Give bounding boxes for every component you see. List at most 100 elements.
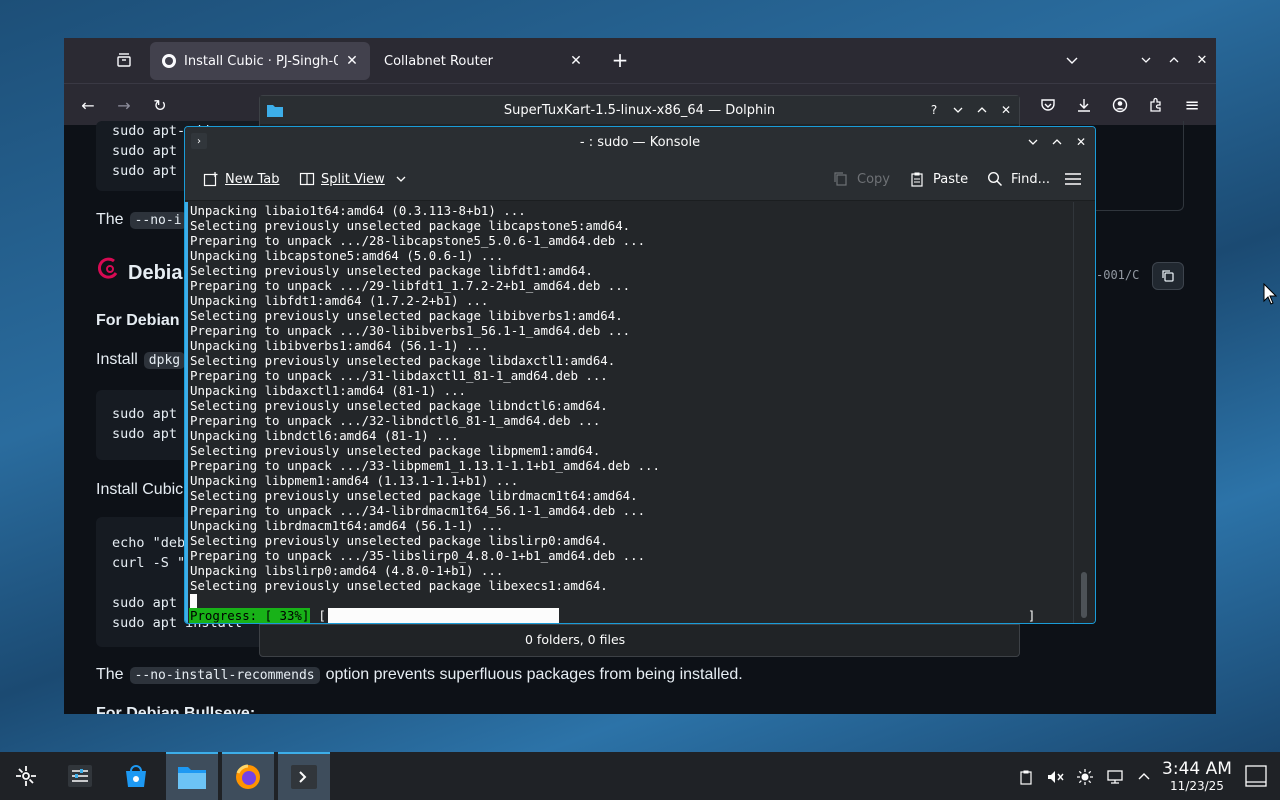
terminal-line: Unpacking libcapstone5:amd64 (5.0.6-1) .… [190, 248, 504, 263]
konsole-taskbar-icon[interactable] [278, 752, 330, 800]
terminal-line: Unpacking libslirp0:amd64 (4.8.0-1+b1) .… [190, 563, 504, 578]
app-menu-icon[interactable]: ≡ [1178, 91, 1206, 119]
terminal-line: Selecting previously unselected package … [190, 578, 608, 593]
button-label: Split View [321, 171, 385, 187]
subheading: For Debian Bullseye: [96, 705, 256, 714]
network-icon[interactable] [1104, 766, 1126, 788]
hamburger-menu-icon[interactable] [1059, 165, 1087, 193]
konsole-window: › - : sudo — Konsole ✕ New Tab Split Vie… [184, 126, 1096, 624]
button-label: Paste [933, 171, 969, 187]
terminal-line: Preparing to unpack .../31-libdaxctl1_81… [190, 368, 608, 383]
github-icon [160, 53, 178, 69]
terminal-line: Unpacking libndctl6:amd64 (81-1) ... [190, 428, 459, 443]
browser-tab-bar: Install Cubic · PJ-Singh-001 ✕ Collabnet… [64, 38, 1216, 83]
debian-logo-icon [96, 255, 122, 285]
paragraph-text: Install Cubic [96, 481, 184, 498]
new-tab-icon [203, 172, 218, 187]
tab-overview-icon[interactable] [112, 48, 136, 72]
button-label: Copy [857, 171, 890, 187]
browser-tab-install-cubic[interactable]: Install Cubic · PJ-Singh-001 ✕ [150, 42, 370, 80]
window-title: - : sudo — Konsole [579, 134, 701, 150]
section-heading: Debia [96, 255, 182, 285]
minimize-icon[interactable] [1024, 133, 1042, 151]
button-label: Find... [1011, 171, 1051, 187]
downloads-icon[interactable] [1070, 91, 1098, 119]
status-bar-text: 0 folders, 0 files [525, 632, 626, 647]
paragraph: The --no-install-recommends option preve… [96, 666, 743, 684]
tab-list-chevron-icon[interactable] [1060, 48, 1084, 72]
terminal-line: Preparing to unpack .../34-librdmacm1t64… [190, 503, 646, 518]
mouse-pointer-icon [1263, 282, 1278, 305]
terminal-line: Selecting previously unselected package … [190, 398, 608, 413]
new-tab-icon[interactable]: + [608, 48, 632, 72]
copy-button[interactable]: Copy [827, 165, 896, 193]
maximize-icon[interactable] [1162, 48, 1186, 72]
close-tab-icon[interactable]: ✕ [568, 53, 584, 69]
back-icon[interactable]: ← [74, 91, 102, 119]
progress-label: Progress: [ 33%] [189, 608, 311, 623]
clock[interactable]: 3:44 AM 11/23/25 [1160, 759, 1234, 793]
paste-icon [911, 172, 923, 187]
minimize-icon[interactable] [949, 101, 967, 119]
progress-row: Progress: [ 33%] [ ] [189, 608, 1035, 623]
window-title: SuperTuxKart-1.5-linux-x86_64 — Dolphin [503, 102, 776, 118]
terminal-line: Unpacking libibverbs1:amd64 (56.1-1) ... [190, 338, 489, 353]
subheading: For Debian [96, 312, 180, 329]
chevron-up-icon[interactable] [1133, 766, 1155, 788]
konsole-title-bar[interactable]: › - : sudo — Konsole ✕ [185, 127, 1095, 157]
copy-code-button[interactable] [1152, 262, 1184, 290]
button-label: New Tab [225, 171, 280, 187]
extensions-icon[interactable] [1142, 91, 1170, 119]
split-view-button[interactable]: Split View [293, 165, 413, 193]
search-icon [987, 171, 1003, 187]
paragraph: Install dpkg [96, 351, 186, 369]
folder-icon [266, 101, 284, 119]
maximize-icon[interactable] [973, 101, 991, 119]
brightness-icon[interactable] [1074, 766, 1096, 788]
terminal-line: Selecting previously unselected package … [190, 308, 623, 323]
paragraph-text: The [96, 211, 124, 228]
tab-title: Install Cubic · PJ-Singh-001 [184, 53, 338, 69]
terminal-output[interactable]: Unpacking libaio1t64:amd64 (0.3.113-8+b1… [185, 202, 1073, 623]
pocket-icon[interactable] [1034, 91, 1062, 119]
copy-icon [1162, 270, 1174, 282]
close-tab-icon[interactable]: ✕ [344, 53, 360, 69]
copy-icon [834, 172, 847, 186]
terminal-line: Selecting previously unselected package … [190, 443, 601, 458]
terminal-line: Selecting previously unselected package … [190, 218, 631, 233]
close-window-icon[interactable]: ✕ [1190, 48, 1214, 72]
terminal-line: Preparing to unpack .../33-libpmem1_1.13… [190, 458, 660, 473]
split-view-icon [299, 172, 315, 186]
app-launcher-icon[interactable] [0, 752, 52, 800]
firefox-taskbar-icon[interactable] [222, 752, 274, 800]
help-icon[interactable]: ? [925, 101, 943, 119]
forward-icon[interactable]: → [110, 91, 138, 119]
terminal-line: Preparing to unpack .../30-libibverbs1_5… [190, 323, 631, 338]
clipboard-icon[interactable] [1015, 766, 1037, 788]
progress-close-bracket: ] [1027, 608, 1036, 623]
reload-icon[interactable]: ↻ [146, 91, 174, 119]
terminal-line: Preparing to unpack .../28-libcapstone5_… [190, 233, 646, 248]
account-icon[interactable] [1106, 91, 1134, 119]
terminal-line: Unpacking libfdt1:amd64 (1.7.2-2+b1) ... [190, 293, 489, 308]
maximize-icon[interactable] [1048, 133, 1066, 151]
dolphin-taskbar-icon[interactable] [166, 752, 218, 800]
close-icon[interactable]: ✕ [1072, 133, 1090, 151]
scrollbar-thumb[interactable] [1081, 572, 1087, 618]
terminal-line: Preparing to unpack .../35-libslirp0_4.8… [190, 548, 646, 563]
close-icon[interactable]: ✕ [997, 101, 1015, 119]
volume-muted-icon[interactable] [1044, 766, 1066, 788]
dolphin-title-bar[interactable]: SuperTuxKart-1.5-linux-x86_64 — Dolphin … [260, 96, 1019, 124]
terminal-line: Unpacking libaio1t64:amd64 (0.3.113-8+b1… [190, 203, 526, 218]
terminal-line: Unpacking libpmem1:amd64 (1.13.1-1.1+b1)… [190, 473, 519, 488]
terminal-line: Preparing to unpack .../29-libfdt1_1.7.2… [190, 278, 631, 293]
browser-tab-collabnet[interactable]: Collabnet Router ✕ [374, 42, 594, 80]
terminal-scrollbar[interactable] [1073, 202, 1095, 623]
minimize-icon[interactable] [1134, 48, 1158, 72]
discover-store-icon[interactable] [110, 752, 162, 800]
new-tab-button[interactable]: New Tab [197, 165, 286, 193]
paste-button[interactable]: Paste [903, 165, 974, 193]
system-settings-icon[interactable] [54, 752, 106, 800]
show-desktop-icon[interactable] [1244, 764, 1268, 788]
find-button[interactable]: Find... [981, 165, 1056, 193]
